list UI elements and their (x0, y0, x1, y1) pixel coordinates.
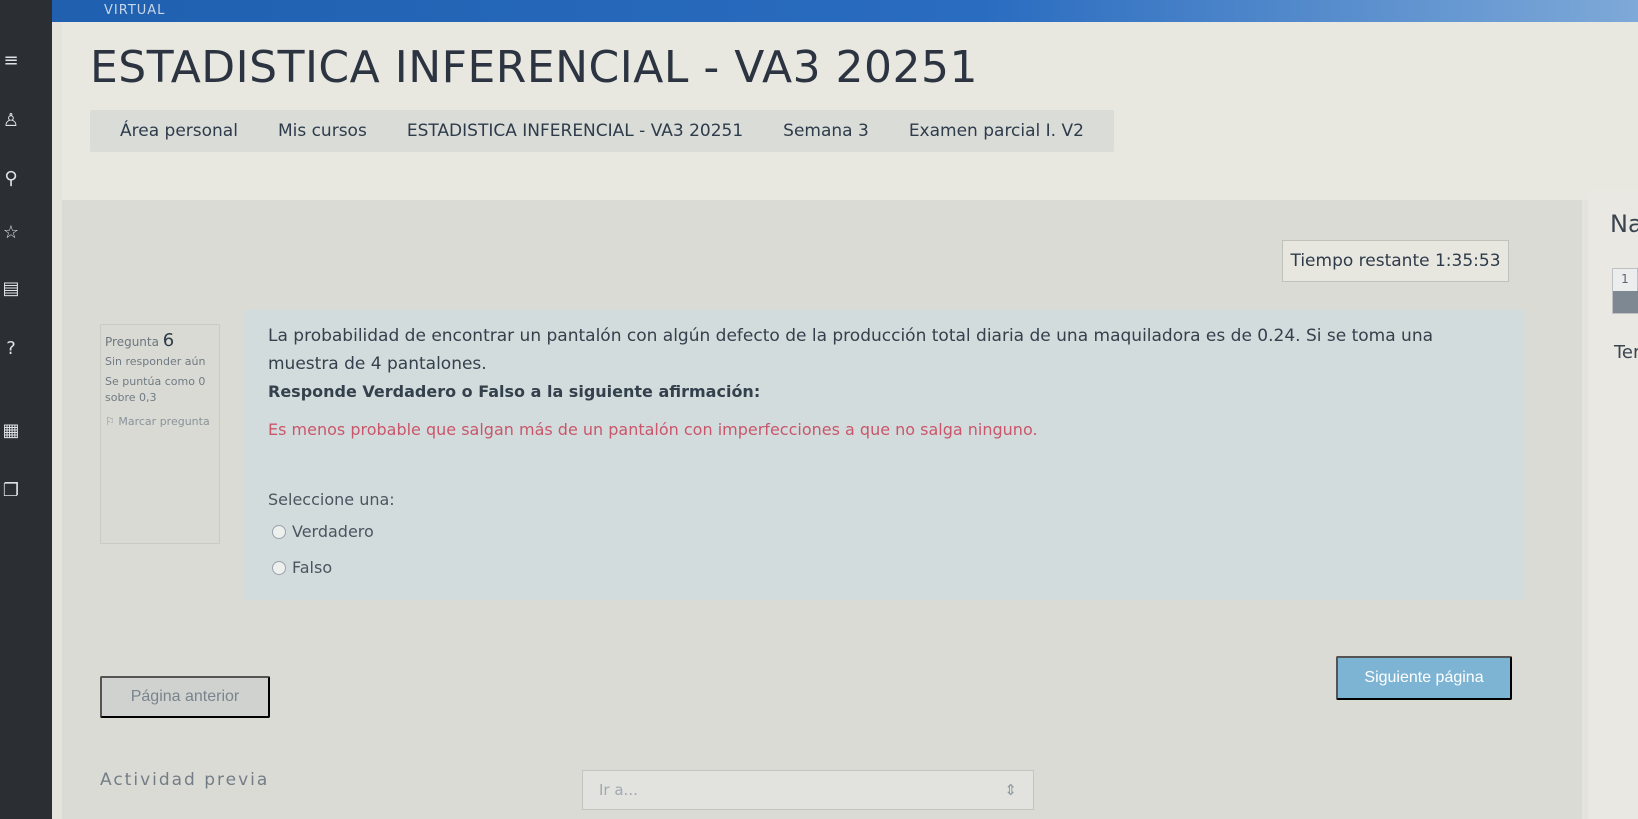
question-score: Se puntúa como 0 sobre 0,3 (105, 375, 206, 404)
left-sidebar: ≡ ♙ ⚲ ☆ ▤ ? ▦ ❐ (0, 0, 52, 819)
book-icon[interactable]: ▤ (0, 278, 22, 300)
flag-question-label: Marcar pregunta (118, 415, 210, 428)
radio-button[interactable] (272, 560, 286, 575)
option-verdadero[interactable]: Verdadero (272, 522, 374, 541)
option-falso[interactable]: Falso (272, 558, 332, 577)
ribbon-icon[interactable]: ⚲ (0, 168, 22, 190)
help-icon[interactable]: ? (0, 338, 22, 360)
time-remaining: Tiempo restante 1:35:53 (1282, 240, 1509, 282)
user-icon[interactable]: ♙ (0, 110, 22, 132)
goto-placeholder: Ir a... (599, 781, 638, 799)
answer-prompt: Seleccione una: (268, 490, 395, 509)
breadcrumb: Área personal Mis cursos ESTADISTICA INF… (90, 110, 1114, 152)
calendar-icon[interactable]: ▦ (0, 420, 22, 442)
question-nav-number: 1 (1621, 272, 1629, 286)
quiz-navigation-title: Na (1610, 210, 1638, 238)
next-page-button[interactable]: Siguiente página (1336, 656, 1512, 700)
question-statement: La probabilidad de encontrar un pantalón… (268, 326, 1434, 374)
question-number-value: 6 (162, 330, 175, 351)
question-content: La probabilidad de encontrar un pantalón… (244, 310, 1524, 600)
question-number: Pregunta 6 (105, 330, 215, 351)
breadcrumb-area-personal[interactable]: Área personal (100, 121, 258, 141)
menu-icon[interactable]: ≡ (0, 50, 22, 72)
previous-activity-link[interactable]: Actividad previa (100, 770, 269, 790)
documents-icon[interactable]: ❐ (0, 480, 22, 502)
previous-page-button[interactable]: Página anterior (100, 676, 270, 718)
question-info: Pregunta 6 Sin responder aún Se puntúa c… (100, 324, 220, 544)
star-icon[interactable]: ☆ (0, 222, 22, 244)
question-nav-box[interactable]: 1 (1612, 268, 1638, 314)
select-caret-icon: ⇕ (1004, 781, 1017, 799)
option-label: Falso (292, 558, 333, 577)
question-claim: Es menos probable que salgan más de un p… (268, 420, 1038, 439)
breadcrumb-week[interactable]: Semana 3 (763, 121, 889, 141)
flag-question[interactable]: ⚐ Marcar pregunta (105, 414, 215, 430)
option-label: Verdadero (292, 522, 374, 541)
question-instruction: Responde Verdadero o Falso a la siguient… (268, 382, 761, 401)
question-status: Sin responder aún (105, 355, 206, 368)
question-number-label: Pregunta (105, 335, 159, 349)
goto-select[interactable]: Ir a... ⇕ (582, 770, 1034, 810)
flag-icon: ⚐ (105, 415, 115, 428)
course-title: ESTADISTICA INFERENCIAL - VA3 20251 (90, 42, 979, 93)
radio-button[interactable] (272, 524, 286, 539)
top-bar: VIRTUAL (0, 0, 1638, 22)
finish-attempt-link[interactable]: Ter (1614, 342, 1638, 363)
breadcrumb-exam[interactable]: Examen parcial I. V2 (889, 121, 1104, 141)
brand-text: VIRTUAL (104, 3, 166, 18)
question-nav-status (1613, 291, 1638, 313)
breadcrumb-course[interactable]: ESTADISTICA INFERENCIAL - VA3 20251 (387, 121, 763, 141)
breadcrumb-mis-cursos[interactable]: Mis cursos (258, 121, 387, 141)
